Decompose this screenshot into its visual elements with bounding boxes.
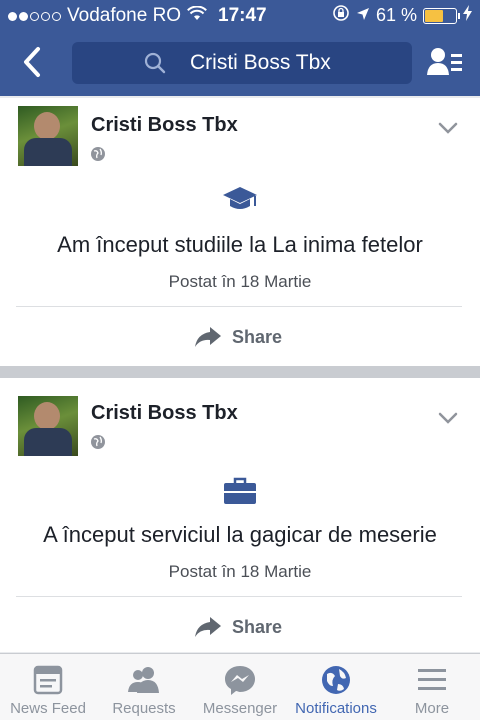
- tab-news-feed[interactable]: News Feed: [0, 654, 96, 720]
- share-icon: [195, 617, 221, 637]
- globe-icon: [91, 435, 105, 449]
- post-card: Cristi Boss Tbx A început serviciul la g…: [0, 378, 480, 652]
- feed-separator: [0, 366, 480, 378]
- location-icon: [356, 5, 370, 26]
- back-chevron-icon: [24, 47, 40, 77]
- tab-label: More: [414, 700, 450, 717]
- charging-icon: [463, 5, 472, 26]
- battery-icon: [423, 7, 460, 24]
- post-date: Postat în 18 Martie: [168, 272, 312, 291]
- share-label: Share: [232, 326, 283, 347]
- signal-strength-icon: [8, 11, 61, 21]
- carrier-name: Vodafone RO: [67, 5, 182, 26]
- nav-bar: Cristi Boss Tbx: [0, 38, 480, 88]
- search-icon: [144, 52, 166, 74]
- tab-messenger[interactable]: Messenger: [192, 654, 288, 720]
- back-button[interactable]: [18, 44, 48, 80]
- search-query: Cristi Boss Tbx: [190, 51, 331, 74]
- share-label: Share: [232, 616, 283, 637]
- tab-more[interactable]: More: [384, 654, 480, 720]
- share-button[interactable]: Share: [194, 322, 294, 352]
- post-author[interactable]: Cristi Boss Tbx: [91, 114, 238, 137]
- friend-list-icon: [427, 48, 462, 75]
- friends-list-button[interactable]: [426, 44, 464, 80]
- news-feed-icon: [33, 665, 63, 695]
- friends-icon: [128, 667, 159, 693]
- globe-icon: [322, 666, 350, 694]
- tab-label: Requests: [112, 700, 176, 717]
- share-icon: [195, 327, 221, 347]
- chevron-down-icon[interactable]: [438, 412, 458, 424]
- post-author[interactable]: Cristi Boss Tbx: [91, 402, 238, 425]
- share-button[interactable]: Share: [194, 612, 294, 642]
- status-time: 17:47: [218, 5, 267, 26]
- post-card: Cristi Boss Tbx Am început studiile la L…: [0, 98, 480, 366]
- divider: [16, 306, 462, 307]
- avatar[interactable]: [18, 106, 78, 166]
- status-bar: Vodafone RO 17:47 61 %: [0, 0, 480, 32]
- battery-percent: 61 %: [375, 5, 417, 25]
- bottom-tab-bar: News Feed Requests Messenger Notificatio…: [0, 653, 480, 720]
- briefcase-icon: [224, 477, 256, 504]
- tab-label: News Feed: [10, 700, 86, 717]
- divider: [16, 596, 462, 597]
- life-event-text: A început serviciul la gagicar de meseri…: [43, 522, 437, 547]
- globe-icon: [91, 147, 105, 161]
- post-date: Postat în 18 Martie: [168, 562, 312, 581]
- life-event-text: Am început studiile la La inima fetelor: [57, 232, 423, 257]
- messenger-icon: [225, 666, 255, 695]
- tab-label: Messenger: [202, 700, 278, 717]
- tab-label: Notifications: [295, 700, 377, 717]
- menu-icon: [418, 669, 446, 690]
- wifi-icon: [187, 5, 208, 27]
- app-header: Vodafone RO 17:47 61 % Cristi Boss Tbx: [0, 0, 480, 96]
- search-bar[interactable]: Cristi Boss Tbx: [72, 42, 412, 84]
- tab-requests[interactable]: Requests: [96, 654, 192, 720]
- graduation-cap-icon: [223, 187, 257, 209]
- tab-notifications[interactable]: Notifications: [288, 654, 384, 720]
- chevron-down-icon[interactable]: [438, 122, 458, 134]
- avatar[interactable]: [18, 396, 78, 456]
- orientation-lock-icon: [332, 4, 350, 27]
